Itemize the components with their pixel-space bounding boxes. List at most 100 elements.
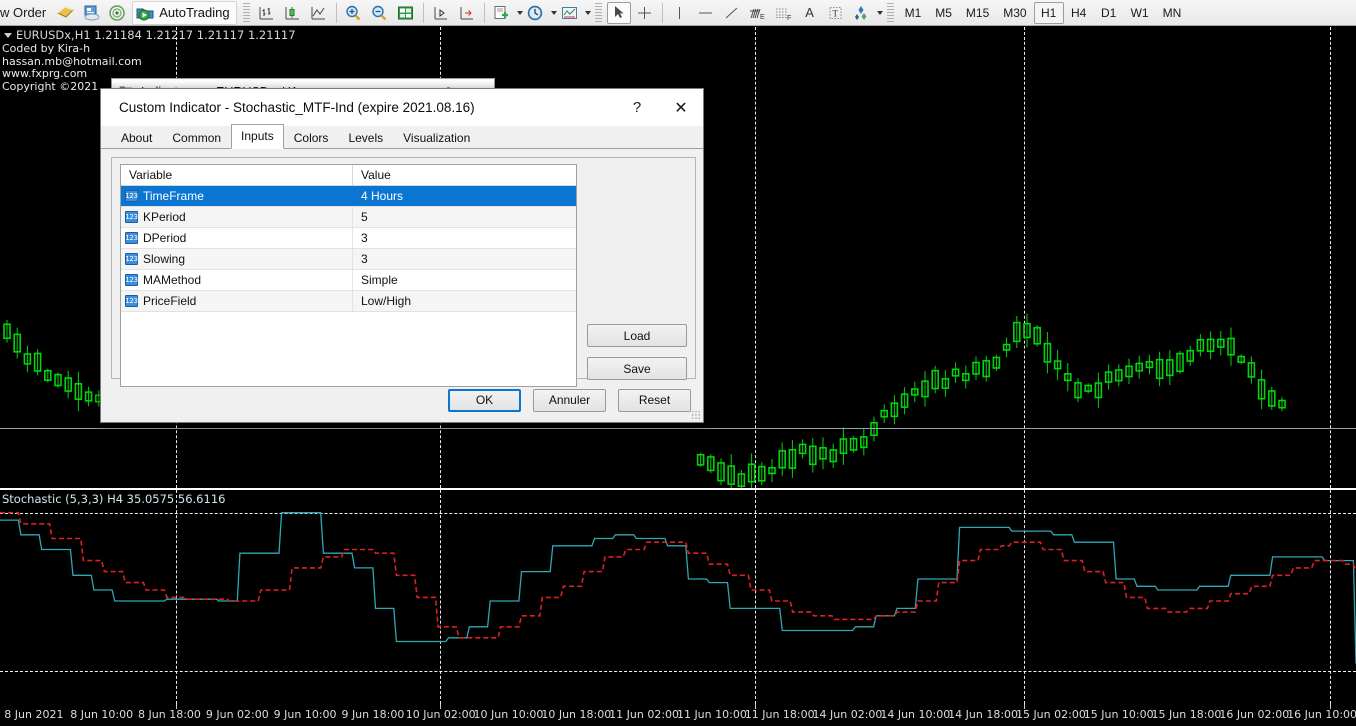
variable-123-icon: 123 <box>125 274 138 286</box>
new-order-label[interactable]: w Order <box>0 5 52 20</box>
time-axis-label: 11 Jun 10:00 <box>677 708 747 721</box>
indicators-icon[interactable] <box>490 2 514 24</box>
variable-123-icon: 123 <box>125 232 138 244</box>
custom-indicator-dialog[interactable]: Custom Indicator - Stochastic_MTF-Ind (e… <box>100 88 704 423</box>
svg-text:T: T <box>833 8 839 18</box>
toolbar-grip[interactable] <box>887 3 894 23</box>
tab-visualization[interactable]: Visualization <box>393 127 480 149</box>
variable-label: KPeriod <box>143 210 186 224</box>
variable-label: MAMethod <box>143 273 201 287</box>
metatrader-window: w Order <box>0 0 1356 726</box>
templates-icon[interactable] <box>558 2 582 24</box>
chart-shift-icon[interactable] <box>455 2 479 24</box>
text-icon[interactable]: A <box>798 2 822 24</box>
timeframe-button-w1[interactable]: W1 <box>1124 2 1156 24</box>
chevron-down-icon[interactable] <box>585 11 591 15</box>
time-axis: 8 Jun 20218 Jun 10:008 Jun 18:009 Jun 02… <box>0 704 1356 726</box>
cell-value[interactable]: Low/High <box>353 294 576 308</box>
cursor-icon[interactable] <box>607 2 631 24</box>
timeframe-toolbar: M1M5M15M30H1H4D1W1MN <box>898 2 1189 24</box>
cell-value[interactable]: 5 <box>353 210 576 224</box>
inputs-grid[interactable]: Variable Value 123TimeFrame4 Hours123KPe… <box>120 164 577 387</box>
chevron-down-icon[interactable] <box>551 11 557 15</box>
time-axis-tick <box>176 704 177 709</box>
horizontal-line-icon[interactable] <box>694 2 718 24</box>
variable-label: Slowing <box>143 252 185 266</box>
timeframe-button-m1[interactable]: M1 <box>898 2 929 24</box>
cell-variable: 123DPeriod <box>121 228 353 248</box>
bar-chart-icon[interactable] <box>255 2 279 24</box>
auto-scroll-icon[interactable] <box>429 2 453 24</box>
table-row[interactable]: 123KPeriod5 <box>121 207 576 228</box>
cell-variable: 123KPeriod <box>121 207 353 227</box>
candlestick-chart-icon[interactable] <box>281 2 305 24</box>
news-icon[interactable] <box>79 2 103 24</box>
timeframe-button-mn[interactable]: MN <box>1156 2 1189 24</box>
cell-value[interactable]: 4 Hours <box>353 189 576 203</box>
timeframe-button-d1[interactable]: D1 <box>1094 2 1124 24</box>
time-axis-label: 9 Jun 18:00 <box>341 708 404 721</box>
chevron-down-icon[interactable] <box>517 11 523 15</box>
fibonacci-icon[interactable]: F <box>772 2 796 24</box>
annuler-button[interactable]: Annuler <box>533 389 606 412</box>
time-axis-label: 14 Jun 02:00 <box>813 708 883 721</box>
text-label-icon[interactable]: T <box>824 2 848 24</box>
trendline-icon[interactable] <box>720 2 744 24</box>
time-axis-label: 8 Jun 2021 <box>4 708 63 721</box>
time-axis-label: 14 Jun 10:00 <box>880 708 950 721</box>
crosshair-icon[interactable] <box>633 2 657 24</box>
table-row[interactable]: 123DPeriod3 <box>121 228 576 249</box>
toolbar-grip[interactable] <box>243 3 250 23</box>
ok-button[interactable]: OK <box>448 389 521 412</box>
table-row[interactable]: 123TimeFrame4 Hours <box>121 186 576 207</box>
tab-about[interactable]: About <box>111 127 162 149</box>
timeframe-button-m15[interactable]: M15 <box>959 2 996 24</box>
shapes-icon[interactable] <box>850 2 874 24</box>
toolbar-grip[interactable] <box>595 3 602 23</box>
cell-value[interactable]: 3 <box>353 231 576 245</box>
reset-button[interactable]: Reset <box>618 389 691 412</box>
load-button[interactable]: Load <box>587 324 687 347</box>
profile-icon[interactable] <box>53 2 77 24</box>
stochastic-subwindow[interactable]: Stochastic (5,3,3) H4 35.0575 56.6116 <box>0 490 1356 704</box>
vertical-line-icon[interactable] <box>668 2 692 24</box>
table-row[interactable]: 123 Slowing 3 <box>121 249 576 270</box>
time-axis-label: 15 Jun 18:00 <box>1152 708 1222 721</box>
zoom-out-icon[interactable] <box>368 2 392 24</box>
cell-value[interactable]: Simple <box>353 273 576 287</box>
timeframe-button-m5[interactable]: M5 <box>928 2 959 24</box>
dialog-resize-grip[interactable] <box>691 410 701 420</box>
dialog-titlebar[interactable]: Custom Indicator - Stochastic_MTF-Ind (e… <box>101 89 703 126</box>
dialog-close-button[interactable]: ✕ <box>659 93 703 123</box>
zoom-in-icon[interactable] <box>342 2 366 24</box>
line-chart-icon[interactable] <box>307 2 331 24</box>
cell-variable: 123TimeFrame <box>121 186 353 206</box>
dialog-help-button[interactable]: ? <box>615 93 659 123</box>
column-header-variable: Variable <box>121 165 353 185</box>
signals-icon[interactable] <box>105 2 129 24</box>
save-button[interactable]: Save <box>587 357 687 380</box>
time-axis-label: 9 Jun 10:00 <box>274 708 337 721</box>
timeframe-button-m30[interactable]: M30 <box>996 2 1033 24</box>
variable-123-icon: 123 <box>125 253 138 265</box>
chevron-down-icon[interactable] <box>877 11 883 15</box>
table-row[interactable]: 123PriceFieldLow/High <box>121 291 576 312</box>
cell-variable: 123 Slowing <box>121 249 353 269</box>
dialog-body: Variable Value 123TimeFrame4 Hours123KPe… <box>101 149 703 378</box>
tab-colors[interactable]: Colors <box>284 127 339 149</box>
data-window-icon[interactable] <box>394 2 418 24</box>
timeframe-button-h4[interactable]: H4 <box>1064 2 1094 24</box>
elliott-wave-icon[interactable]: E <box>746 2 770 24</box>
tab-common[interactable]: Common <box>162 127 231 149</box>
column-header-value: Value <box>353 165 576 185</box>
variable-label: TimeFrame <box>143 189 204 203</box>
table-row[interactable]: 123 MAMethod Simple <box>121 270 576 291</box>
tab-levels[interactable]: Levels <box>338 127 393 149</box>
cell-value[interactable]: 3 <box>353 252 576 266</box>
autotrading-icon <box>135 4 155 21</box>
autotrading-button[interactable]: AutoTrading <box>132 1 236 25</box>
time-axis-tick <box>1330 704 1331 709</box>
timeframe-button-h1[interactable]: H1 <box>1034 2 1064 24</box>
clock-icon[interactable] <box>524 2 548 24</box>
tab-inputs[interactable]: Inputs <box>231 124 284 149</box>
